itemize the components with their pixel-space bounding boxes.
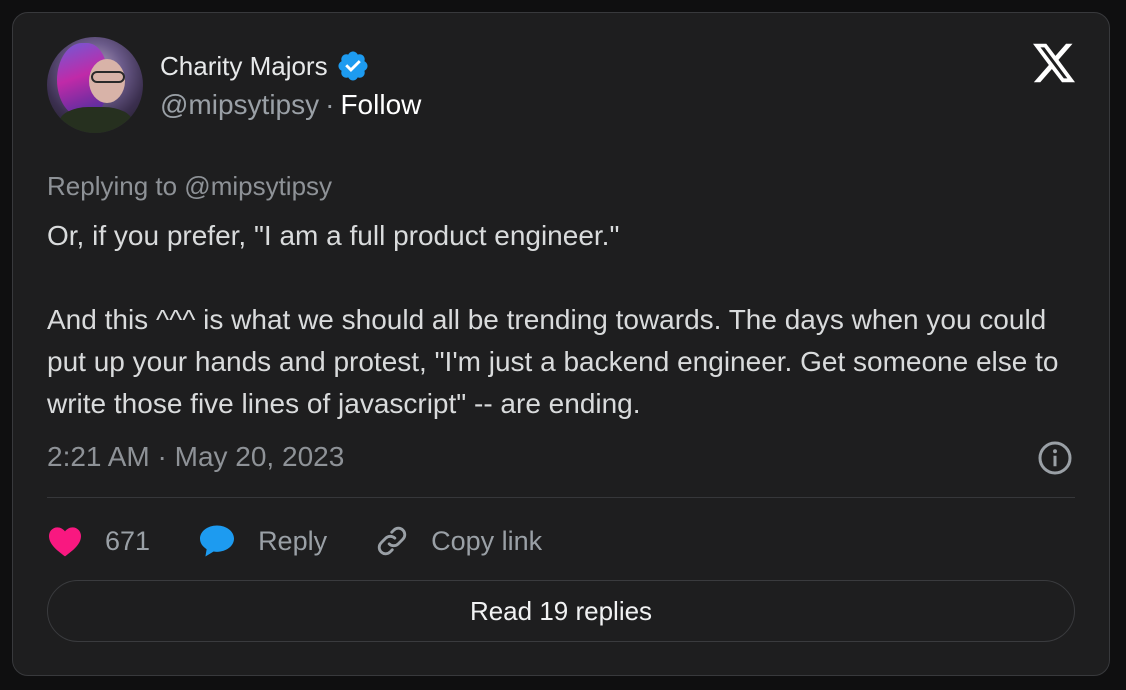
replying-to[interactable]: Replying to @mipsytipsy — [47, 171, 332, 202]
speech-bubble-icon — [200, 525, 235, 557]
tweet-paragraph: Or, if you prefer, "I am a full product … — [47, 220, 620, 251]
reply-label: Reply — [258, 525, 328, 556]
like-count: 671 — [105, 525, 151, 556]
tweet-timestamp[interactable]: 2:21 AM · May 20, 2023 — [47, 441, 344, 473]
avatar[interactable] — [47, 37, 143, 133]
author-handle-row: @mipsytipsy · Follow — [160, 89, 421, 121]
action-bar: 671 Reply Copy link — [47, 521, 590, 561]
divider — [47, 497, 1075, 498]
tweet-card: Charity Majors @mipsytipsy · Follow Repl… — [12, 12, 1110, 676]
avatar-shirt — [59, 107, 133, 133]
author-name[interactable]: Charity Majors — [160, 51, 328, 82]
copy-link-button[interactable]: Copy link — [375, 524, 542, 558]
reply-button[interactable]: Reply — [198, 524, 327, 558]
read-replies-button[interactable]: Read 19 replies — [47, 580, 1075, 642]
link-icon — [377, 526, 407, 556]
heart-icon — [49, 527, 81, 557]
tweet-paragraph: And this ^^^ is what we should all be tr… — [47, 304, 1067, 419]
follow-button[interactable]: Follow — [340, 89, 421, 121]
tweet-text: Or, if you prefer, "I am a full product … — [47, 215, 1087, 425]
x-logo-icon[interactable] — [1033, 43, 1075, 83]
verified-badge-icon — [338, 51, 368, 81]
handle-separator: · — [325, 89, 335, 120]
copy-link-label: Copy link — [431, 525, 543, 556]
author-handle[interactable]: @mipsytipsy — [160, 89, 319, 121]
avatar-glasses — [91, 71, 125, 83]
like-button[interactable]: 671 — [47, 525, 150, 557]
info-icon[interactable] — [1037, 440, 1073, 476]
author-name-row: Charity Majors — [160, 49, 370, 83]
